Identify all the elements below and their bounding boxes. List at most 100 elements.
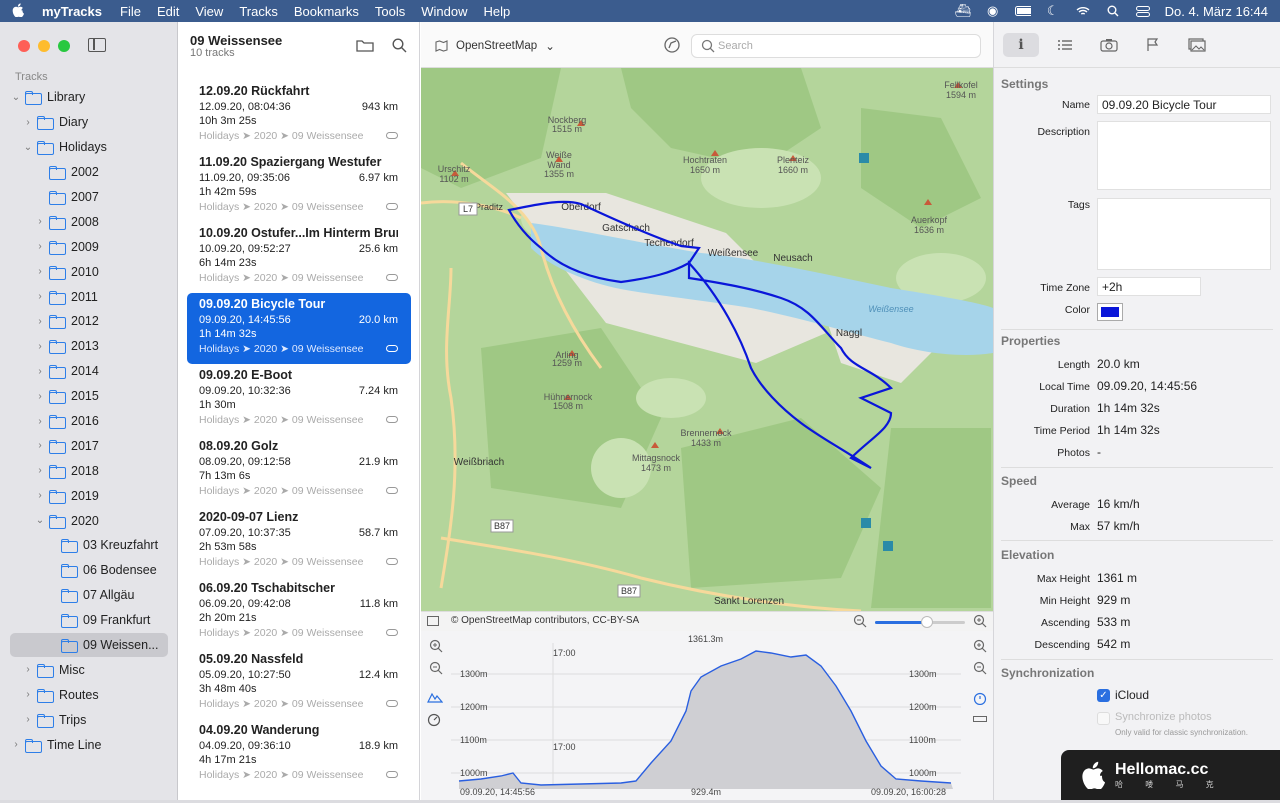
map-layer-icon[interactable] (427, 616, 439, 629)
chevron-right-icon[interactable]: › (22, 689, 34, 700)
chevron-right-icon[interactable]: › (34, 341, 46, 352)
apple-menu-icon[interactable] (0, 2, 36, 20)
chevron-down-icon[interactable]: ⌄ (22, 142, 34, 153)
sidebar-item-2011[interactable]: › 2011 (0, 284, 178, 309)
track-item[interactable]: 09.09.20 E-Boot 09.09.20, 10:32:36 7.24 km… (187, 364, 411, 435)
chevron-right-icon[interactable]: › (22, 664, 34, 675)
docker-icon[interactable]: ⛴ (954, 3, 971, 18)
sidebar-item-09-frankfurt[interactable]: 09 Frankfurt (0, 608, 178, 633)
menu-bookmarks[interactable]: Bookmarks (286, 4, 367, 19)
chevron-right-icon[interactable]: › (34, 366, 46, 377)
menu-edit[interactable]: Edit (149, 4, 187, 19)
compass-icon[interactable] (663, 36, 681, 57)
user-icon[interactable]: ◉ (985, 3, 1001, 18)
color-well[interactable] (1097, 303, 1123, 321)
menu-window[interactable]: Window (413, 4, 475, 19)
description-field[interactable] (1097, 121, 1271, 190)
chevron-right-icon[interactable]: › (34, 440, 46, 451)
menu-file[interactable]: File (112, 4, 149, 19)
chevron-right-icon[interactable]: › (34, 216, 46, 227)
timer-icon[interactable] (973, 691, 987, 708)
profile-zoom-out-right-icon[interactable] (973, 661, 987, 678)
zoom-in-icon[interactable] (973, 614, 987, 631)
speed-mode-icon[interactable] (427, 713, 441, 730)
chevron-right-icon[interactable]: › (34, 490, 46, 501)
sidebar-item-routes[interactable]: › Routes (0, 682, 178, 707)
sidebar-item-06-bodensee[interactable]: 06 Bodensee (0, 558, 178, 583)
sidebar-item-2010[interactable]: › 2010 (0, 259, 178, 284)
sidebar-item-2009[interactable]: › 2009 (0, 234, 178, 259)
chevron-right-icon[interactable]: › (34, 465, 46, 476)
sidebar-item-2016[interactable]: › 2016 (0, 409, 178, 434)
track-item[interactable]: 04.09.20 Wanderung 04.09.20, 09:36:10 18.9… (187, 719, 411, 790)
sidebar-item-03-kreuzfahrt[interactable]: 03 Kreuzfahrt (0, 533, 178, 558)
sync-photos-checkbox[interactable] (1097, 712, 1110, 725)
zoom-out-icon[interactable] (853, 614, 867, 631)
menu-view[interactable]: View (187, 4, 231, 19)
info-tab-icon[interactable]: i (1003, 32, 1039, 57)
tags-field[interactable] (1097, 198, 1271, 270)
menu-help[interactable]: Help (475, 4, 518, 19)
list-tab-icon[interactable] (1047, 33, 1083, 57)
map-search-input[interactable]: Search (691, 34, 981, 58)
track-item[interactable]: 08.09.20 Golz 08.09.20, 09:12:58 21.9 km 7h… (187, 435, 411, 506)
track-item[interactable]: 11.09.20 Spaziergang Westufer 11.09.20, 0… (187, 151, 411, 222)
name-field[interactable]: 09.09.20 Bicycle Tour (1097, 95, 1271, 114)
chevron-right-icon[interactable]: › (34, 266, 46, 277)
sidebar-item-07-allg-u[interactable]: 07 Allgäu (0, 583, 178, 608)
chevron-down-icon[interactable]: ⌄ (34, 515, 46, 526)
sidebar-item-09-weissen-[interactable]: 09 Weissen... (10, 632, 168, 658)
sidebar-item-2017[interactable]: › 2017 (0, 433, 178, 458)
chevron-right-icon[interactable]: › (22, 714, 34, 725)
sidebar-item-2014[interactable]: › 2014 (0, 359, 178, 384)
chevron-right-icon[interactable]: › (10, 739, 22, 750)
sidebar-item-2012[interactable]: › 2012 (0, 309, 178, 334)
track-item[interactable]: 10.09.20 Ostufer...Im Hinterm Brunn 10.09… (187, 222, 411, 293)
sidebar-item-diary[interactable]: › Diary (0, 110, 178, 135)
sidebar-item-2002[interactable]: 2002 (0, 160, 178, 185)
menu-tools[interactable]: Tools (367, 4, 413, 19)
profile-zoom-in-icon[interactable] (429, 639, 443, 656)
close-button[interactable] (18, 40, 30, 52)
photos-tab-icon[interactable] (1179, 33, 1215, 57)
spotlight-icon[interactable] (1105, 5, 1121, 17)
sidebar-item-2007[interactable]: 2007 (0, 185, 178, 210)
map-source-select[interactable]: OpenStreetMap ⌄ (435, 39, 555, 53)
ruler-icon[interactable] (973, 713, 987, 727)
flag-tab-icon[interactable] (1135, 33, 1171, 57)
minimize-button[interactable] (38, 40, 50, 52)
sidebar-item-trips[interactable]: › Trips (0, 707, 178, 732)
chevron-down-icon[interactable]: ⌄ (10, 92, 22, 103)
sidebar-item-2018[interactable]: › 2018 (0, 458, 178, 483)
profile-zoom-in-right-icon[interactable] (973, 639, 987, 656)
menu-clock[interactable]: Do. 4. März 16:44 (1165, 4, 1268, 19)
map-view[interactable]: Fellkofel 1594 m Nockberg 1515 m Weiße Wand… (421, 68, 993, 611)
track-item[interactable]: 12.09.20 Rückfahrt 12.09.20, 08:04:36 943 … (187, 80, 411, 151)
track-item[interactable]: 09.09.20 Bicycle Tour 09.09.20, 14:45:56 2… (187, 293, 411, 364)
sidebar-toggle-icon[interactable] (88, 38, 106, 52)
chevron-right-icon[interactable]: › (34, 391, 46, 402)
chevron-right-icon[interactable]: › (34, 291, 46, 302)
sidebar-item-library[interactable]: ⌄ Library (0, 85, 178, 110)
elevation-profile[interactable]: 1300m 1200m 1100m 1000m 1300m 1200m 1100… (421, 631, 993, 800)
track-item[interactable]: 05.09.20 Nassfeld 05.09.20, 10:27:50 12.4 … (187, 648, 411, 719)
app-menu[interactable]: myTracks (36, 4, 112, 19)
sidebar-item-2008[interactable]: › 2008 (0, 209, 178, 234)
sidebar-item-2020[interactable]: ⌄ 2020 (0, 508, 178, 533)
track-item[interactable]: 06.09.20 Tschabitscher 06.09.20, 09:42:08… (187, 577, 411, 648)
sidebar-item-holidays[interactable]: ⌄ Holidays (0, 135, 178, 160)
sidebar-item-2015[interactable]: › 2015 (0, 384, 178, 409)
search-icon[interactable] (392, 38, 407, 56)
profile-zoom-out-icon[interactable] (429, 661, 443, 678)
control-center-icon[interactable] (1135, 5, 1151, 17)
sidebar-item-misc[interactable]: › Misc (0, 657, 178, 682)
folder-icon[interactable] (356, 38, 374, 56)
camera-tab-icon[interactable] (1091, 33, 1127, 57)
sidebar-item-2013[interactable]: › 2013 (0, 334, 178, 359)
chevron-right-icon[interactable]: › (34, 241, 46, 252)
sidebar-item-time-line[interactable]: › Time Line (0, 732, 178, 757)
battery-icon[interactable] (1014, 5, 1031, 17)
icloud-checkbox[interactable]: ✓ (1097, 689, 1110, 702)
sidebar-item-2019[interactable]: › 2019 (0, 483, 178, 508)
track-item[interactable]: 2020-09-07 Lienz 07.09.20, 10:37:35 58.7 k… (187, 506, 411, 577)
